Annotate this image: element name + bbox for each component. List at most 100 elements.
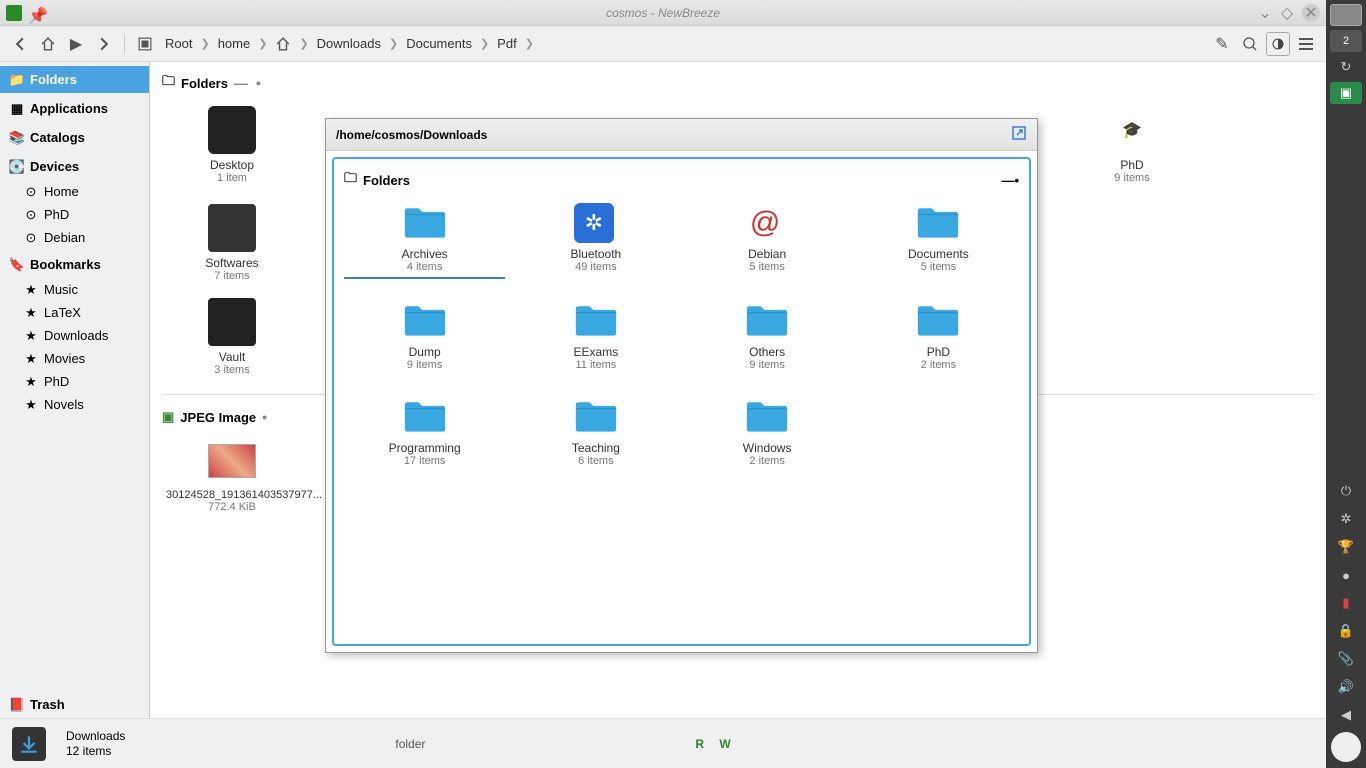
collapse-icon[interactable]: — xyxy=(1001,173,1014,188)
catalog-icon: 📚 xyxy=(10,131,24,145)
file-item-desktop[interactable]: Desktop 1 item xyxy=(162,102,302,188)
sidebar-item-phd[interactable]: ⊙PhD xyxy=(0,203,149,226)
panel-lock-icon[interactable]: 🔒 xyxy=(1330,620,1362,642)
panel-power-icon[interactable]: ⏻ xyxy=(1330,480,1362,502)
star-icon: ★ xyxy=(24,329,38,343)
home-button[interactable] xyxy=(36,32,60,56)
popup-item-others[interactable]: Others 9 items xyxy=(687,297,848,375)
sidebar-item-home[interactable]: ⊙Home xyxy=(0,180,149,203)
popup-item-debian[interactable]: @ Debian 5 items xyxy=(687,199,848,279)
popup-item-eexams[interactable]: EExams 11 items xyxy=(515,297,676,375)
menu-icon[interactable] xyxy=(1294,32,1318,56)
collapse-icon[interactable]: — xyxy=(234,75,248,91)
crumb-pdf[interactable]: Pdf xyxy=(493,34,521,53)
folder-icon: 📁 xyxy=(10,73,24,87)
popup-folders-header: 🗀 Folders —• xyxy=(344,169,1019,191)
file-item-jpeg[interactable]: 30124528_191361403537977... 772.4 KiB xyxy=(162,433,302,517)
popup-item-teaching[interactable]: Teaching 6 items xyxy=(515,393,676,471)
popup-item-dump[interactable]: Dump 9 items xyxy=(344,297,505,375)
star-icon: ★ xyxy=(24,375,38,389)
root-icon[interactable] xyxy=(133,32,157,56)
sidebar-bookmarks[interactable]: 🔖 Bookmarks xyxy=(0,251,149,278)
maximize-button[interactable]: ◇ xyxy=(1280,6,1294,20)
sidebar-item-latex[interactable]: ★LaTeX xyxy=(0,301,149,324)
folder-icon xyxy=(574,301,618,339)
close-button[interactable]: ✕ xyxy=(1302,4,1320,22)
panel-dot-icon[interactable]: ● xyxy=(1330,564,1362,586)
popup-item-documents[interactable]: Documents 5 items xyxy=(858,199,1019,279)
panel-trophy-icon[interactable]: 🏆 xyxy=(1330,536,1362,558)
drive-icon: ⊙ xyxy=(24,185,38,199)
titlebar: 📌 cosmos - NewBreeze ⌄ ◇ ✕ xyxy=(0,0,1326,26)
popup-item-phd[interactable]: PhD 2 items xyxy=(858,297,1019,375)
edit-icon[interactable]: ✎ xyxy=(1210,32,1234,56)
panel-window-icon[interactable] xyxy=(1330,4,1362,26)
popup-item-archives[interactable]: Archives 4 items xyxy=(344,199,505,279)
crumb-home[interactable]: home xyxy=(214,34,255,53)
star-icon: ★ xyxy=(24,352,38,366)
desktop-icon xyxy=(208,106,256,154)
vault-icon xyxy=(208,298,256,346)
crumb-root[interactable]: Root xyxy=(161,34,196,53)
back-button[interactable] xyxy=(8,32,32,56)
download-icon[interactable] xyxy=(12,727,46,761)
crumb-documents[interactable]: Documents xyxy=(402,34,476,53)
panel-clock-icon[interactable] xyxy=(1331,732,1361,762)
drive-icon: ⊙ xyxy=(24,208,38,222)
dot-icon[interactable]: • xyxy=(1014,173,1019,188)
bookmark-icon: 🔖 xyxy=(10,258,24,272)
dot-icon[interactable]: • xyxy=(256,75,261,91)
folder-icon xyxy=(745,301,789,339)
folder-icon xyxy=(745,397,789,435)
sidebar-item-movies[interactable]: ★Movies xyxy=(0,347,149,370)
popup-titlebar[interactable]: /home/cosmos/Downloads xyxy=(326,119,1037,151)
app-icon xyxy=(6,5,22,21)
sidebar-applications[interactable]: ▦ Applications xyxy=(0,95,149,122)
sidebar-item-debian[interactable]: ⊙Debian xyxy=(0,226,149,249)
forward-play-button[interactable]: ▶ xyxy=(64,32,88,56)
star-icon: ★ xyxy=(24,398,38,412)
popup-item-programming[interactable]: Programming 17 items xyxy=(344,393,505,471)
sidebar-item-downloads[interactable]: ★Downloads xyxy=(0,324,149,347)
external-link-icon[interactable] xyxy=(1011,125,1027,144)
folder-icon: ✲ xyxy=(574,203,618,241)
status-rw: R W xyxy=(695,737,736,751)
panel-battery-icon[interactable]: ▮ xyxy=(1330,592,1362,614)
crumb-downloads[interactable]: Downloads xyxy=(313,34,385,53)
sidebar-item-novels[interactable]: ★Novels xyxy=(0,393,149,416)
panel-refresh-icon[interactable]: ↻ xyxy=(1330,56,1362,78)
sidebar-folders[interactable]: 📁 Folders xyxy=(0,66,149,93)
home-crumb-icon[interactable] xyxy=(271,32,295,56)
folders-group-header: 🗀 Folders —• xyxy=(162,72,1314,94)
pin-icon[interactable]: 📌 xyxy=(28,6,42,20)
dot-icon[interactable]: • xyxy=(262,409,267,425)
panel-bluetooth-icon[interactable]: ✲ xyxy=(1330,508,1362,530)
sidebar-trash[interactable]: 📕 Trash xyxy=(10,697,65,712)
panel-badge[interactable]: 2 xyxy=(1330,30,1362,52)
panel-clip-icon[interactable]: 📎 xyxy=(1330,648,1362,670)
panel-arrow-icon[interactable]: ◀ xyxy=(1330,704,1362,726)
search-icon[interactable] xyxy=(1238,32,1262,56)
status-type: folder xyxy=(395,737,425,751)
file-item-softwares[interactable]: Softwares 7 items xyxy=(162,200,302,286)
sidebar-item-music[interactable]: ★Music xyxy=(0,278,149,301)
file-item-vault[interactable]: Vault 3 items xyxy=(162,294,302,380)
image-icon: ▣ xyxy=(162,409,174,425)
sidebar-item-phd-bm[interactable]: ★PhD xyxy=(0,370,149,393)
sidebar-devices[interactable]: 💽 Devices xyxy=(0,153,149,180)
folder-icon xyxy=(916,301,960,339)
folder-icon: @ xyxy=(745,203,789,241)
folder-outline-icon: 🗀 xyxy=(162,72,175,94)
folder-icon xyxy=(403,203,447,241)
forward-button[interactable] xyxy=(92,32,116,56)
popup-item-windows[interactable]: Windows 2 items xyxy=(687,393,848,471)
minimize-button[interactable]: ⌄ xyxy=(1258,6,1272,20)
toolbar: ▶ Root ❯ home ❯ ❯ Downloads ❯ Documents … xyxy=(0,26,1326,62)
folder-icon xyxy=(574,397,618,435)
popup-item-bluetooth[interactable]: ✲ Bluetooth 49 items xyxy=(515,199,676,279)
file-item-phd[interactable]: 🎓 PhD 9 items xyxy=(1062,102,1202,188)
panel-terminal-icon[interactable]: ▣ xyxy=(1330,82,1362,104)
contrast-icon[interactable] xyxy=(1266,32,1290,56)
panel-volume-icon[interactable]: 🔊 xyxy=(1330,676,1362,698)
sidebar-catalogs[interactable]: 📚 Catalogs xyxy=(0,124,149,151)
